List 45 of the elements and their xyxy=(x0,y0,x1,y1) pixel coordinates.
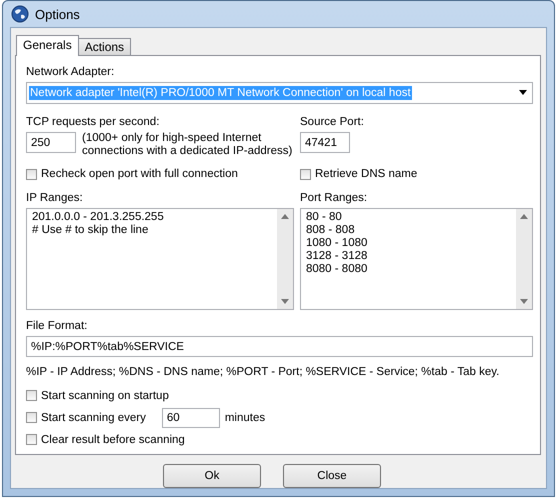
checkbox[interactable] xyxy=(26,412,37,423)
hint-text: (1000+ only for high-speed Internet connections with a dedicated IP-address) xyxy=(82,132,294,158)
checkbox-option[interactable]: Retrieve DNS name xyxy=(300,168,533,180)
unit-label: minutes xyxy=(224,412,266,424)
window-title: Options xyxy=(35,6,80,22)
ip-ranges-textarea[interactable]: 201.0.0.0 - 201.3.255.255 # Use # to skip the line xyxy=(26,208,294,310)
input-field[interactable]: 47421 xyxy=(300,132,350,153)
text-line: # Use # to skip the line xyxy=(32,224,150,237)
ok-button[interactable]: Ok xyxy=(163,464,261,488)
down-arrow-icon xyxy=(520,299,528,304)
field-label: Network Adapter: xyxy=(26,66,116,78)
field-label: Source Port: xyxy=(300,116,365,128)
checkbox[interactable] xyxy=(26,434,37,445)
field-label: TCP requests per second: xyxy=(26,116,160,128)
checkbox-option[interactable]: Start scanning on startup xyxy=(26,390,169,402)
checkbox-option[interactable]: Start scanning every xyxy=(26,412,146,424)
up-arrow-icon xyxy=(520,214,528,219)
port-ranges-textarea[interactable]: 80 - 80 808 - 808 1080 - 1080 3128 - 3128 8080 - 8080 xyxy=(300,208,533,310)
checkbox[interactable] xyxy=(300,168,311,180)
tab[interactable]: Actions xyxy=(78,38,132,55)
text-line: 80 - 80 xyxy=(306,211,343,224)
text-line: 201.0.0.0 - 201.3.255.255 xyxy=(32,211,165,224)
caret-icon xyxy=(518,90,528,96)
text-line: 1080 - 1080 xyxy=(306,237,368,250)
checkbox[interactable] xyxy=(26,390,37,401)
globe-icon xyxy=(11,5,29,23)
text-line: 808 - 808 xyxy=(306,224,356,237)
up-arrow-icon xyxy=(281,214,289,219)
tab[interactable]: Generals xyxy=(16,35,79,56)
scrollbar[interactable] xyxy=(277,209,293,309)
minutes-field[interactable]: 60 xyxy=(162,408,220,428)
text-line: 8080 - 8080 xyxy=(306,263,368,276)
checkbox-option[interactable]: Clear result before scanning xyxy=(26,434,185,446)
field-label: File Format: xyxy=(26,320,88,332)
input-field[interactable]: 250 xyxy=(26,132,76,153)
field-label: Port Ranges: xyxy=(300,192,368,204)
file-format-field[interactable]: %IP:%PORT%tab%SERVICE xyxy=(26,336,533,357)
down-arrow-icon xyxy=(281,299,289,304)
scrollbar[interactable] xyxy=(516,209,532,309)
text-line: 3128 - 3128 xyxy=(306,250,368,263)
close-button[interactable]: Close xyxy=(283,464,381,488)
format-legend: %IP - IP Address; %DNS - DNS name; %PORT - Port; %SERVICE - Service; %tab - Tab key. xyxy=(26,366,533,378)
field-label: IP Ranges: xyxy=(26,192,84,204)
checkbox[interactable] xyxy=(26,168,37,180)
checkbox-option[interactable]: Recheck open port with full connection xyxy=(26,168,294,180)
